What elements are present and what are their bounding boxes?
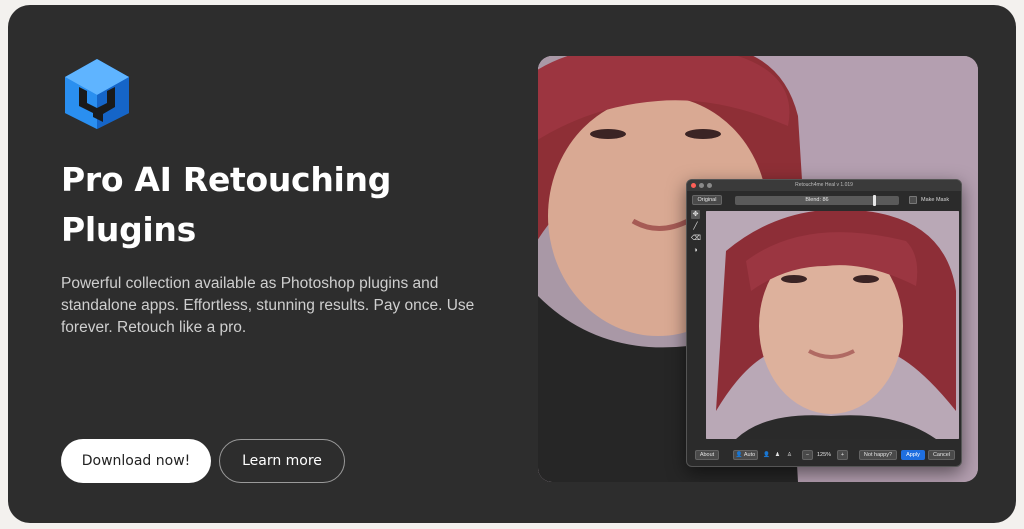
logo-cube-icon bbox=[65, 59, 129, 129]
hero-card: Pro AI Retouching Plugins Powerful colle… bbox=[8, 5, 1016, 523]
auto-button[interactable]: 👤 Auto bbox=[733, 450, 758, 460]
preview-photo bbox=[706, 211, 959, 439]
hero-description: Powerful collection available as Photosh… bbox=[61, 275, 475, 336]
person-mode-icon[interactable]: 👤 bbox=[763, 450, 770, 460]
blend-label: Blend: 86 bbox=[805, 197, 829, 203]
page-title: Pro AI Retouching Plugins bbox=[61, 160, 392, 249]
learn-more-button[interactable]: Learn more bbox=[219, 439, 345, 483]
tool-palette: ✥ ╱ ⌫ ◑ bbox=[691, 210, 701, 258]
move-tool-icon[interactable]: ✥ bbox=[691, 210, 700, 219]
about-button[interactable]: About bbox=[695, 450, 719, 460]
zoom-in-button[interactable]: + bbox=[837, 450, 848, 460]
top-toolbar: Original Blend: 86 Make Mask bbox=[687, 193, 961, 207]
image-preview[interactable] bbox=[706, 211, 959, 439]
cancel-button[interactable]: Cancel bbox=[928, 450, 955, 460]
title-bar: Retouch4me Heal v 1.019 bbox=[687, 180, 961, 191]
contrast-tool-icon[interactable]: ◑ bbox=[691, 246, 700, 255]
original-button[interactable]: Original bbox=[692, 195, 722, 205]
app-window: Retouch4me Heal v 1.019 Original Blend: … bbox=[686, 179, 962, 467]
hero-image: Retouch4me Heal v 1.019 Original Blend: … bbox=[538, 56, 978, 482]
bottom-bar: About 👤 Auto 👤 ♟ ♙ − 125% + Not happy? A… bbox=[687, 444, 961, 466]
brush-tool-icon[interactable]: ╱ bbox=[691, 222, 700, 231]
zoom-level: 125% bbox=[817, 452, 832, 458]
person-icon: 👤 bbox=[735, 452, 743, 458]
eraser-tool-icon[interactable]: ⌫ bbox=[691, 234, 701, 243]
make-mask-label: Make Mask bbox=[921, 197, 950, 203]
auto-label: Auto bbox=[743, 452, 756, 458]
make-mask-checkbox[interactable] bbox=[909, 196, 917, 204]
figure-mode-icon[interactable]: ♙ bbox=[787, 450, 792, 460]
window-title: Retouch4me Heal v 1.019 bbox=[795, 182, 853, 188]
download-now-button[interactable]: Download now! bbox=[61, 439, 211, 483]
apply-button[interactable]: Apply bbox=[901, 450, 925, 460]
not-happy-button[interactable]: Not happy? bbox=[859, 450, 897, 460]
zoom-out-button[interactable]: − bbox=[802, 450, 813, 460]
blend-slider-handle[interactable] bbox=[873, 195, 877, 206]
group-mode-icon[interactable]: ♟ bbox=[775, 450, 780, 460]
blend-slider[interactable]: Blend: 86 bbox=[735, 195, 899, 206]
